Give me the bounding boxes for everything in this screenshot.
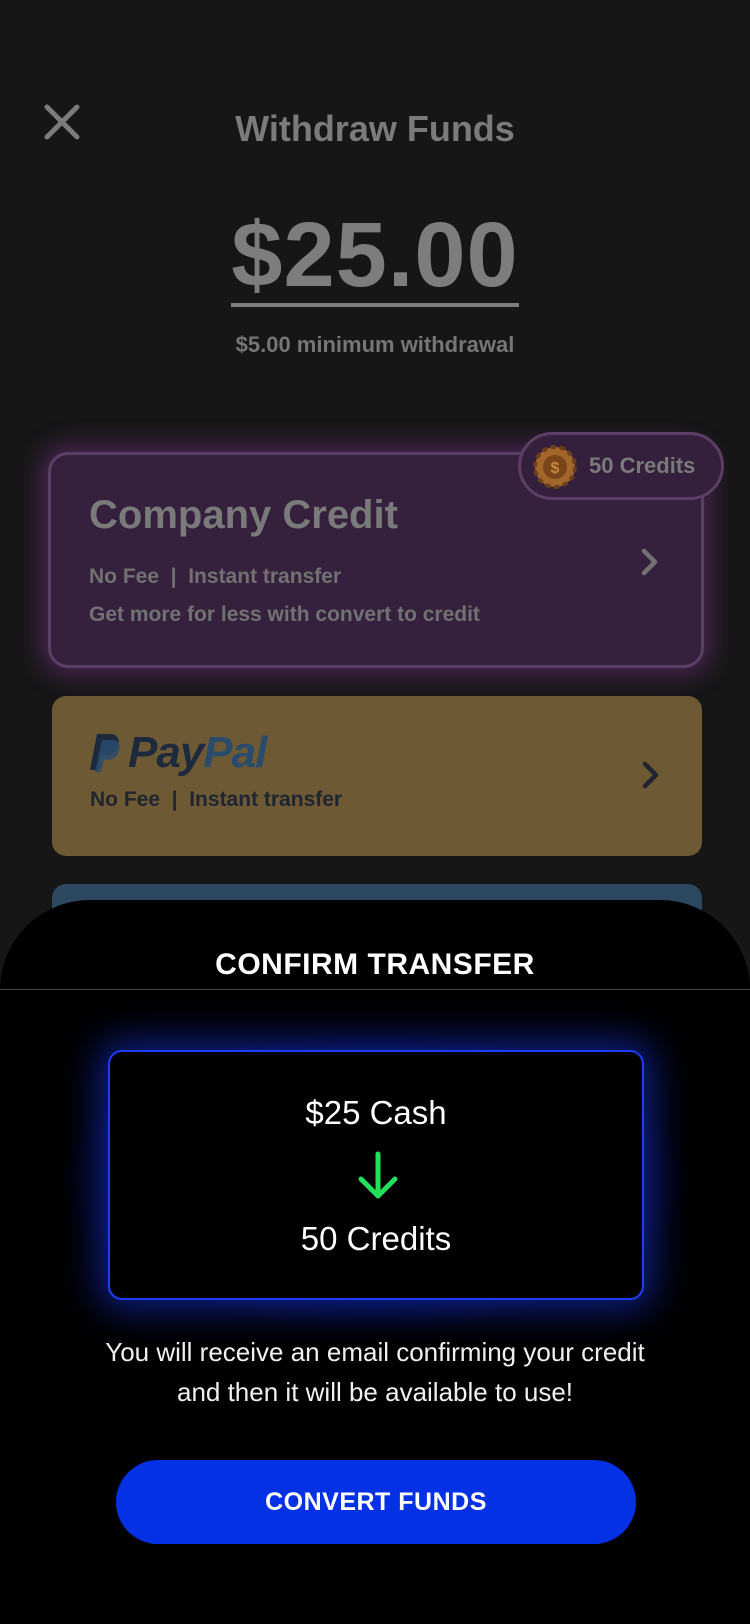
confirmation-message: You will receive an email confirming you… — [105, 1337, 645, 1407]
paypal-wordmark-pal: Pal — [203, 728, 267, 777]
paypal-wordmark-pay: Pay — [128, 728, 204, 777]
from-amount: $25 Cash — [305, 1094, 447, 1131]
convert-funds-button[interactable]: CONVERT FUNDS — [116, 1460, 636, 1544]
credits-badge-label: 50 Credits — [589, 453, 696, 478]
chevron-right-icon — [641, 548, 658, 576]
withdraw-funds-screen: Withdraw Funds $25.00 $5.00 minimum with… — [0, 0, 750, 1624]
coin-icon: $ — [533, 445, 577, 489]
sheet-title: CONFIRM TRANSFER — [215, 948, 535, 981]
company-credit-promo: Get more for less with convert to credit — [89, 603, 480, 626]
page-title: Withdraw Funds — [235, 108, 515, 149]
confirm-transfer-sheet: CONFIRM TRANSFER $25 Cash 50 Credits You… — [0, 900, 750, 1624]
paypal-icon — [90, 734, 120, 772]
chevron-right-icon — [642, 761, 659, 789]
withdraw-amount[interactable]: $25.00 — [0, 200, 750, 310]
to-amount: 50 Credits — [300, 1220, 452, 1257]
company-credit-title: Company Credit — [89, 493, 398, 537]
credits-badge: $ 50 Credits — [518, 432, 724, 500]
withdraw-amount-value: $25.00 — [231, 204, 519, 307]
conversion-summary: $25 Cash 50 Credits — [108, 1050, 644, 1300]
sheet-divider — [0, 989, 750, 990]
paypal-option[interactable]: PayPal No Fee | Instant transfer — [52, 696, 702, 856]
minimum-withdrawal-note: $5.00 minimum withdrawal — [235, 332, 515, 357]
paypal-fee-info: No Fee | Instant transfer — [90, 788, 343, 811]
arrow-down-icon — [358, 1151, 398, 1199]
company-credit-fee-info: No Fee | Instant transfer — [89, 565, 342, 588]
svg-text:$: $ — [551, 460, 560, 477]
paypal-wordmark: PayPal — [128, 728, 267, 778]
